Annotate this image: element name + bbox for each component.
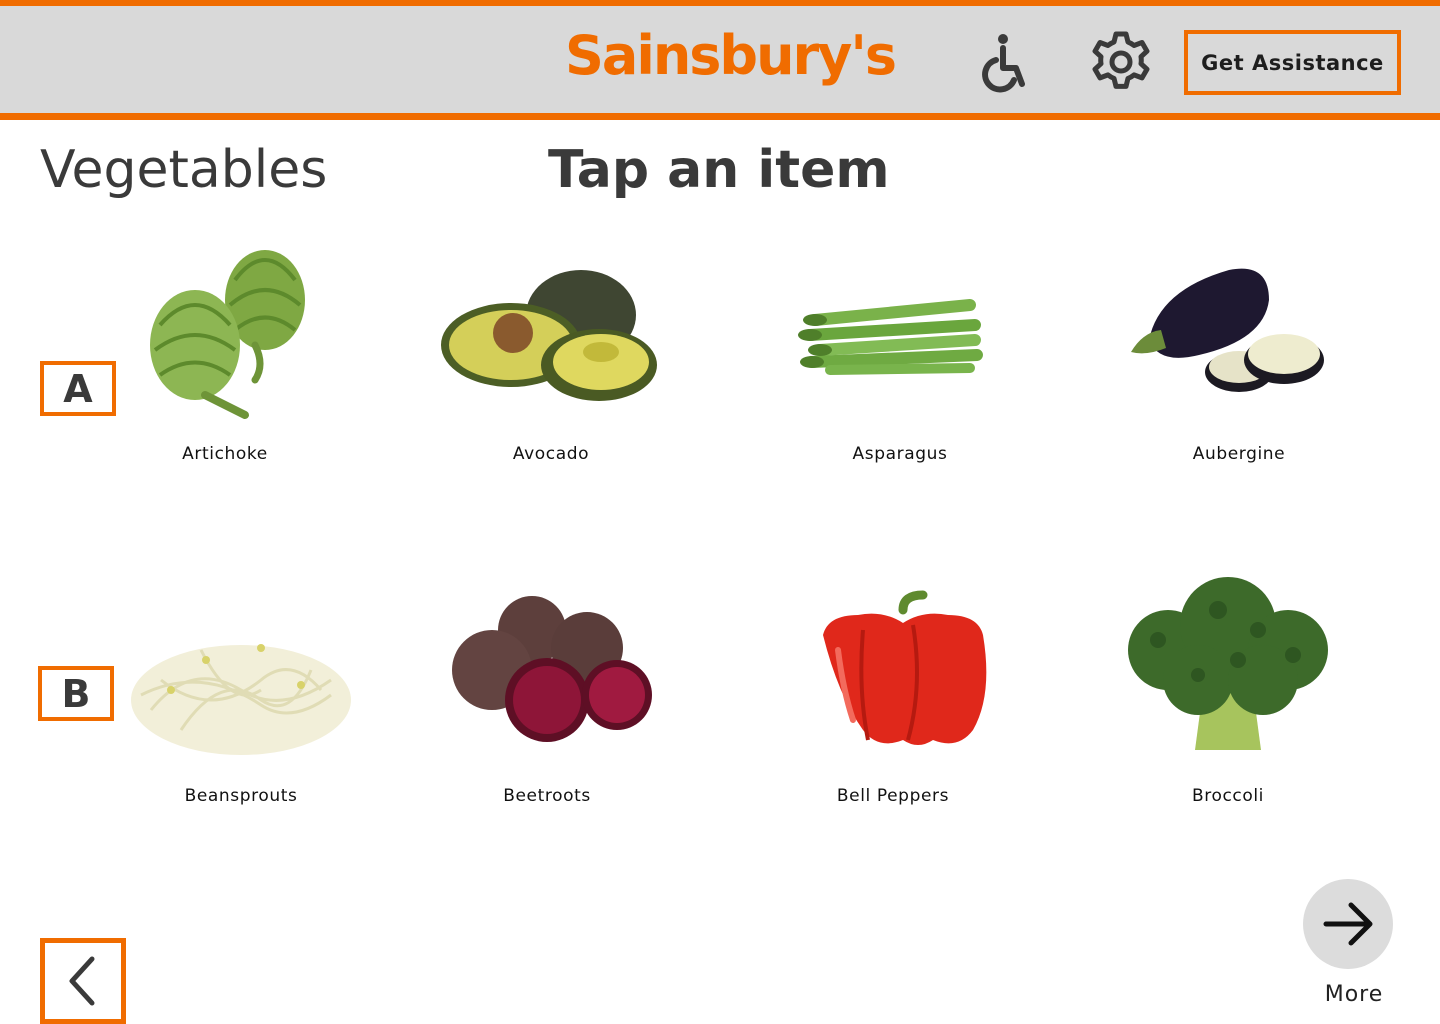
product-tile-broccoli[interactable]: Broccoli	[1098, 570, 1358, 810]
beetroots-image	[452, 596, 652, 742]
get-assistance-button[interactable]: Get Assistance	[1184, 30, 1401, 95]
product-tile-aubergine[interactable]: Aubergine	[1109, 240, 1369, 480]
avocado-image	[441, 270, 657, 401]
product-tile-artichoke[interactable]: Artichoke	[95, 240, 355, 480]
product-tile-beetroots[interactable]: Beetroots	[417, 590, 677, 830]
back-button[interactable]	[40, 938, 126, 1024]
broccoli-image	[1128, 577, 1328, 750]
section-letter-b: B	[38, 666, 114, 721]
chevron-left-icon	[69, 956, 95, 1006]
aubergine-image	[1131, 268, 1324, 392]
brand-logo: Sainsbury's	[565, 24, 897, 87]
product-tile-asparagus[interactable]: Asparagus	[770, 240, 1030, 480]
wheelchair-icon[interactable]	[974, 30, 1038, 94]
product-label: Avocado	[512, 444, 590, 464]
product-tile-bell-peppers[interactable]: Bell Peppers	[763, 590, 1023, 830]
gear-icon[interactable]	[1089, 30, 1153, 94]
arrow-right-icon	[1323, 902, 1373, 946]
beansprouts-image	[131, 644, 351, 755]
more-label[interactable]: More	[1300, 982, 1408, 1007]
more-button[interactable]	[1303, 879, 1393, 969]
product-label: Aubergine	[1192, 444, 1286, 464]
product-label: Artichoke	[182, 444, 268, 464]
product-label: Beansprouts	[184, 786, 298, 806]
instruction-text: Tap an item	[548, 140, 890, 200]
product-label: Beetroots	[503, 786, 591, 806]
bell-pepper-image	[823, 590, 987, 745]
header-bar: Sainsbury's Get Assistance	[0, 0, 1440, 120]
product-label: Asparagus	[852, 444, 948, 464]
product-tile-beansprouts[interactable]: Beansprouts	[111, 590, 371, 830]
asparagus-image	[798, 299, 983, 375]
artichoke-image	[150, 250, 305, 419]
product-label: Bell Peppers	[836, 786, 950, 806]
product-label: Broccoli	[1191, 786, 1265, 806]
page-title: Vegetables	[40, 140, 328, 200]
product-tile-avocado[interactable]: Avocado	[421, 240, 681, 480]
